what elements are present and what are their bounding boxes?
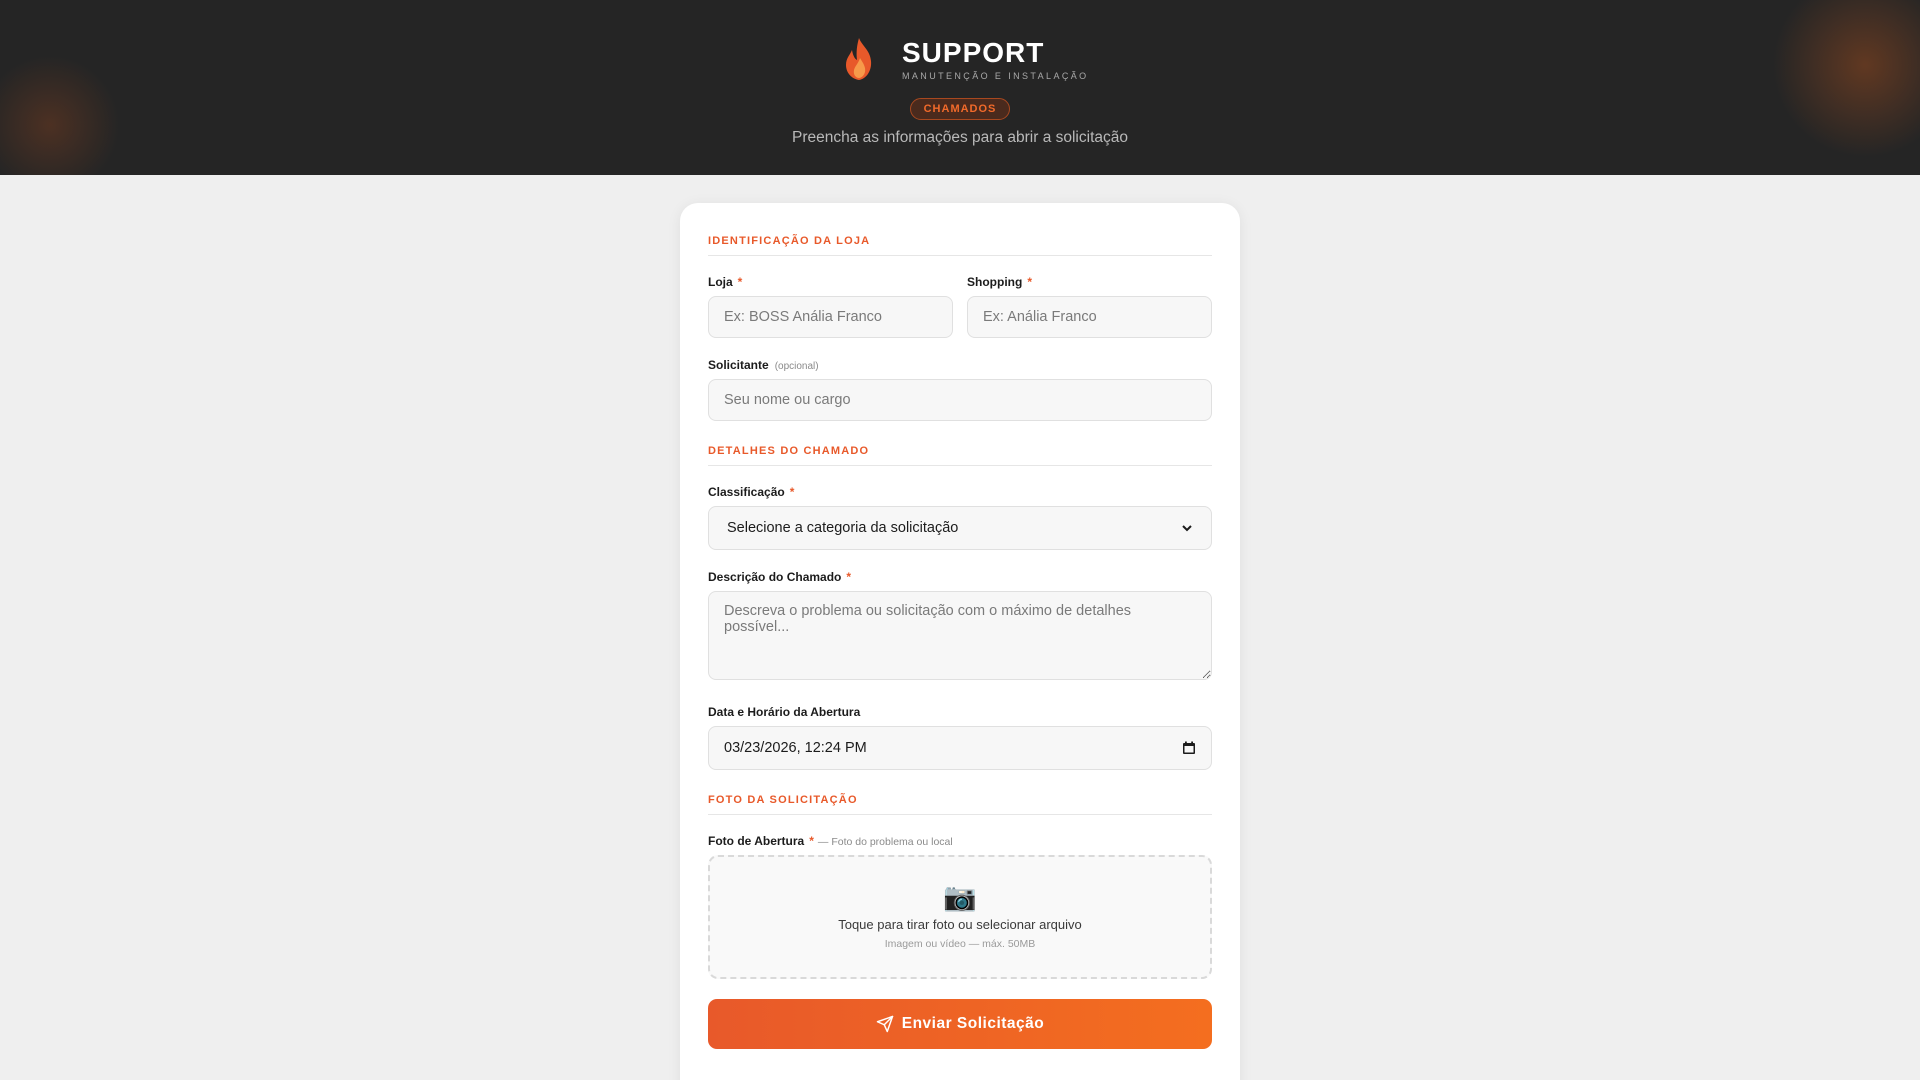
classificacao-selected-value: Selecione a categoria da solicitação — [727, 520, 959, 536]
shopping-label-text: Shopping — [967, 275, 1023, 289]
photo-upload-dropzone[interactable]: 📷 Toque para tirar foto ou selecionar ar… — [708, 855, 1212, 979]
classificacao-label: Classificação * — [708, 485, 794, 499]
page-badge: CHAMADOS — [910, 98, 1010, 120]
data-hora-label: Data e Horário da Abertura — [708, 705, 861, 719]
classificacao-label-text: Classificação — [708, 485, 785, 499]
classificacao-select[interactable]: Selecione a categoria da solicitação — [708, 506, 1212, 550]
app-title: SUPPORT — [902, 36, 1045, 68]
solicitante-label: Solicitante (opcional) — [708, 358, 819, 372]
send-icon — [876, 1015, 893, 1033]
required-mark: * — [846, 570, 852, 584]
optional-mark: (opcional) — [774, 361, 819, 372]
required-mark: * — [737, 275, 743, 289]
section-title-store: IDENTIFICAÇÃO DA LOJA — [708, 235, 1212, 256]
app-subtitle: MANUTENÇÃO E INSTALAÇÃO — [902, 70, 1089, 81]
upload-instruction: Toque para tirar foto ou selecionar arqu… — [838, 917, 1082, 932]
foto-label-text: Foto de Abertura — [708, 834, 805, 848]
camera-icon: 📷 — [943, 882, 977, 912]
shopping-input[interactable] — [967, 296, 1212, 338]
brand-text: SUPPORT MANUTENÇÃO E INSTALAÇÃO — [902, 36, 1089, 81]
loja-label-text: Loja — [708, 275, 733, 289]
required-mark: * — [1027, 275, 1032, 289]
descricao-label: Descrição do Chamado * — [708, 570, 851, 584]
descricao-label-text: Descrição do Chamado — [708, 570, 842, 584]
shopping-label: Shopping * — [967, 275, 1032, 289]
data-hora-value: 03/23/2026, 12:24 PM — [724, 740, 867, 756]
loja-input[interactable] — [708, 296, 953, 338]
required-mark: * — [809, 834, 814, 848]
brand: SUPPORT MANUTENÇÃO E INSTALAÇÃO — [840, 34, 1089, 84]
section-title-details: DETALHES DO CHAMADO — [708, 445, 1212, 466]
calendar-icon[interactable] — [1182, 741, 1196, 755]
request-form: IDENTIFICAÇÃO DA LOJA Loja * Shopping * So… — [680, 203, 1240, 1080]
submit-button[interactable]: Enviar Solicitação — [708, 999, 1212, 1049]
solicitante-input[interactable] — [708, 379, 1212, 421]
data-hora-input[interactable]: 03/23/2026, 12:24 PM — [708, 726, 1212, 770]
foto-hint: — Foto do problema ou local — [817, 836, 953, 848]
header-instructions: Preencha as informações para abrir a sol… — [791, 129, 1128, 146]
descricao-textarea[interactable] — [708, 591, 1212, 680]
chevron-down-icon — [1182, 525, 1192, 532]
upload-limits: Imagem ou vídeo — máx. 50MB — [884, 938, 1036, 950]
flame-icon — [846, 38, 872, 80]
loja-label: Loja * — [708, 275, 742, 289]
section-title-photo: FOTO DA SOLICITAÇÃO — [708, 794, 1212, 815]
required-mark: * — [789, 485, 795, 499]
foto-label: Foto de Abertura * — Foto do problema ou l… — [708, 834, 953, 848]
submit-label: Enviar Solicitação — [901, 1015, 1045, 1032]
header-glow-left — [0, 55, 130, 175]
page-header: SUPPORT MANUTENÇÃO E INSTALAÇÃO CHAMADOS… — [0, 0, 1920, 175]
solicitante-label-text: Solicitante — [708, 358, 769, 372]
